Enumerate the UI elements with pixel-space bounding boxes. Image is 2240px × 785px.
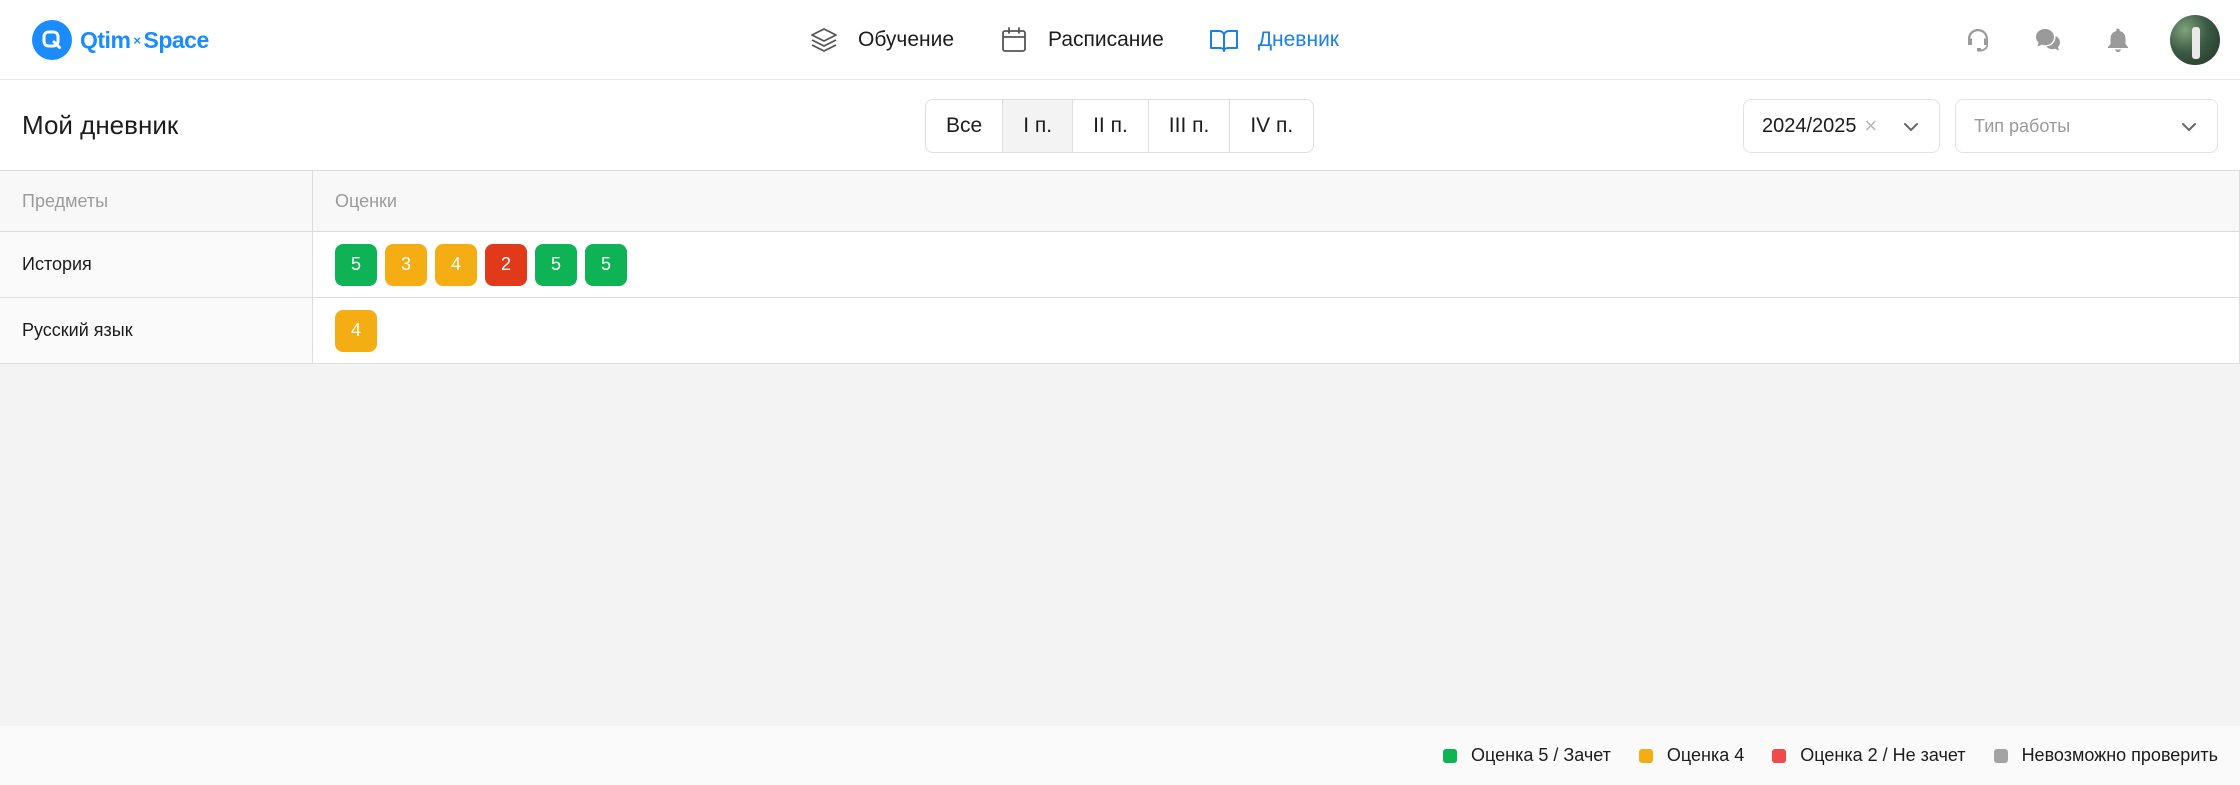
headset-icon — [1968, 29, 1988, 52]
grade-badge[interactable]: 2 — [485, 243, 527, 286]
grade-badge[interactable]: 5 — [585, 243, 627, 286]
avatar[interactable] — [2170, 15, 2220, 65]
period-tab-3[interactable]: III п. — [1149, 100, 1231, 152]
logo-q-icon — [32, 20, 72, 60]
book-open-icon — [1209, 30, 1238, 52]
period-tab-4[interactable]: IV п. — [1230, 100, 1313, 152]
legend-item-grade-4: Оценка 4 — [1638, 745, 1745, 766]
grade-badge[interactable]: 3 — [385, 243, 427, 286]
nav-label-schedule: Расписание — [1048, 28, 1164, 51]
top-bar: Qtim × Space Обучение Расписание Дневник — [0, 0, 2240, 80]
app-logo[interactable]: Qtim × Space — [32, 20, 209, 60]
grade-badge[interactable]: 4 — [435, 243, 477, 286]
legend-swatch — [1638, 748, 1653, 763]
legend-label: Оценка 2 / Не зачет — [1800, 745, 1966, 765]
logo-separator: × — [133, 32, 141, 48]
legend-item-unverifiable: Невозможно проверить — [1993, 745, 2218, 766]
work-type-select[interactable]: Тип работы — [1955, 99, 2218, 153]
chat-button[interactable] — [2030, 22, 2066, 58]
table-header-row: Предметы Оценки — [0, 170, 2240, 232]
bell-icon — [2108, 28, 2128, 52]
grade-badge[interactable]: 4 — [335, 309, 377, 352]
chevron-down-icon — [1904, 123, 1918, 131]
legend-label: Оценка 5 / Зачет — [1471, 745, 1611, 765]
clear-icon[interactable]: × — [1865, 113, 1878, 139]
main-nav: Обучение Расписание Дневник — [808, 0, 1339, 80]
logo-text: Qtim × Space — [80, 27, 209, 54]
logo-right: Space — [143, 26, 209, 53]
table-row: Русский язык 4 — [0, 298, 2240, 364]
period-tab-all[interactable]: Все — [926, 100, 1004, 152]
legend-swatch — [1993, 748, 2008, 763]
notifications-button[interactable] — [2100, 22, 2136, 58]
nav-item-learning[interactable]: Обучение — [808, 24, 954, 56]
grades-cell: 4 — [313, 298, 2240, 363]
layers-icon — [811, 28, 837, 52]
legend-swatch — [1772, 748, 1787, 763]
top-actions — [1960, 0, 2220, 80]
grade-badge[interactable]: 5 — [535, 243, 577, 286]
grades-legend: Оценка 5 / Зачет Оценка 4 Оценка 2 / Не … — [0, 726, 2240, 785]
year-select-value: 2024/2025 — [1762, 114, 1857, 137]
header-subjects: Предметы — [0, 171, 313, 231]
legend-item-grade-5: Оценка 5 / Зачет — [1443, 745, 1611, 766]
grade-badge[interactable]: 5 — [335, 243, 377, 286]
table-row: История 5 3 4 2 5 5 — [0, 232, 2240, 298]
legend-label: Невозможно проверить — [2021, 745, 2218, 765]
calendar-icon — [1002, 27, 1026, 52]
period-tab-2[interactable]: II п. — [1073, 100, 1149, 152]
chat-icon — [2036, 29, 2060, 51]
support-button[interactable] — [1960, 22, 1996, 58]
chevron-down-icon — [2182, 123, 2196, 131]
legend-swatch — [1443, 748, 1458, 763]
legend-label: Оценка 4 — [1666, 745, 1745, 765]
nav-label-learning: Обучение — [858, 28, 955, 51]
page-title: Мой дневник — [22, 110, 179, 140]
header-grades: Оценки — [313, 171, 2240, 231]
period-tab-1[interactable]: I п. — [1003, 100, 1074, 152]
grades-cell: 5 3 4 2 5 5 — [313, 232, 2240, 297]
nav-item-diary[interactable]: Дневник — [1208, 24, 1339, 56]
grades-table: Предметы Оценки История 5 3 4 2 5 5 Русс… — [0, 170, 2240, 364]
subject-name: История — [0, 232, 313, 297]
page-header: Мой дневник Все I п. II п. III п. IV п. … — [0, 80, 2240, 170]
subject-name: Русский язык — [0, 298, 313, 363]
year-select[interactable]: 2024/2025 × — [1743, 99, 1940, 153]
period-tabs: Все I п. II п. III п. IV п. — [925, 99, 1315, 153]
nav-item-schedule[interactable]: Расписание — [998, 24, 1164, 56]
work-type-placeholder: Тип работы — [1974, 115, 2071, 136]
logo-left: Qtim — [80, 26, 131, 53]
nav-label-diary: Дневник — [1257, 28, 1339, 51]
legend-item-grade-2: Оценка 2 / Не зачет — [1772, 745, 1966, 766]
